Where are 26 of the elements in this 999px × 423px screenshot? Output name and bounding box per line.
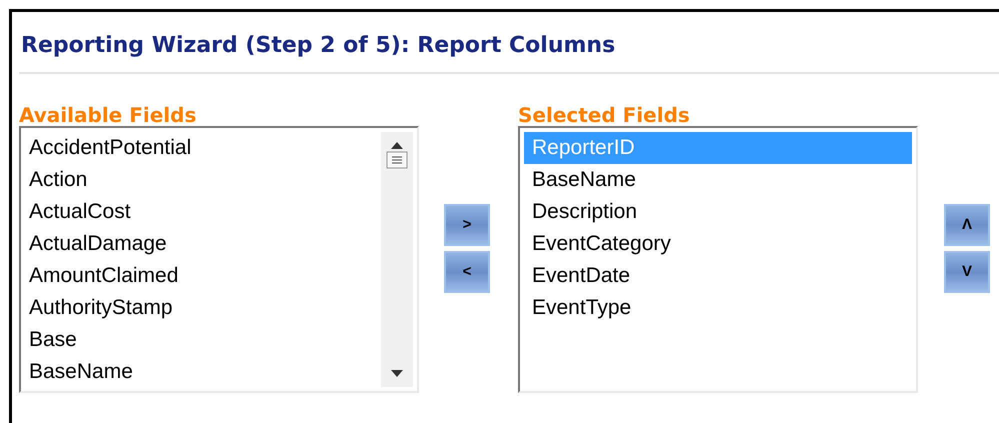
- arrow-button[interactable]: >: [444, 204, 490, 246]
- list-item[interactable]: BaseName: [21, 356, 381, 388]
- list-item[interactable]: Base: [21, 324, 381, 356]
- list-item[interactable]: ActualDamage: [21, 228, 381, 260]
- list-label: Selected Fields: [518, 104, 691, 126]
- selected-fields-list[interactable]: ReporterID BaseName Description EventCategory EventDate EventType: [518, 126, 918, 393]
- list-item[interactable]: AuthorityStamp: [21, 292, 381, 324]
- list-item[interactable]: AmountClaimed: [21, 260, 381, 292]
- list-item[interactable]: ActualCost: [21, 196, 381, 228]
- available-fields-list[interactable]: AccidentPotential Action ActualCost ActualDamage AmountClaimed AuthorityStamp Base BaseName: [19, 126, 419, 393]
- list-item[interactable]: Description: [524, 196, 912, 228]
- arrow-button[interactable]: Λ: [944, 204, 990, 246]
- list-item[interactable]: AccidentPotential: [21, 132, 381, 164]
- list-item[interactable]: EventCategory: [524, 228, 912, 260]
- arrow-button[interactable]: V: [944, 251, 990, 293]
- scroll-down-icon[interactable]: [391, 370, 403, 377]
- list-item[interactable]: Action: [21, 164, 381, 196]
- scrollbar[interactable]: [381, 132, 413, 387]
- scroll-up-icon[interactable]: [391, 142, 403, 149]
- list-label: Available Fields: [19, 104, 198, 126]
- arrow-button[interactable]: <: [444, 251, 490, 293]
- list-item[interactable]: BaseName: [524, 164, 912, 196]
- list-item[interactable]: EventType: [524, 292, 912, 324]
- page-title: Reporting Wizard (Step 2 of 5): Report Columns: [21, 32, 616, 60]
- list-item[interactable]: EventDate: [524, 260, 912, 292]
- scroll-grip-icon[interactable]: [386, 150, 408, 168]
